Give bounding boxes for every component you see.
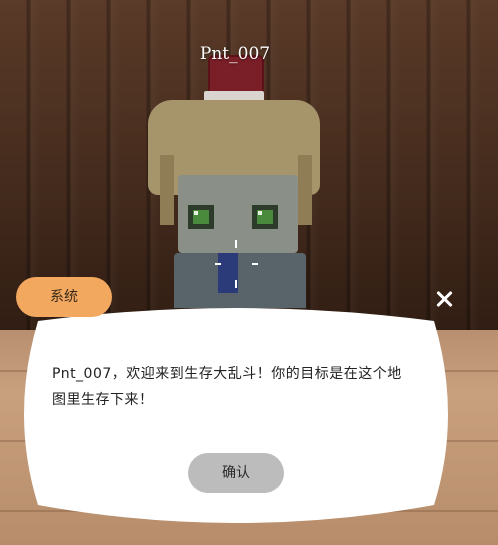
crosshair — [235, 240, 237, 248]
close-icon[interactable] — [432, 287, 456, 311]
system-dialog — [16, 305, 456, 527]
player-name-tag: Pnt_007 — [199, 44, 271, 64]
confirm-button[interactable]: 确认 — [188, 453, 284, 493]
player-character — [140, 55, 330, 308]
system-tag: 系统 — [16, 277, 112, 317]
dialog-message: Pnt_007，欢迎来到生存大乱斗！你的目标是在这个地图里生存下来！ — [52, 366, 402, 408]
